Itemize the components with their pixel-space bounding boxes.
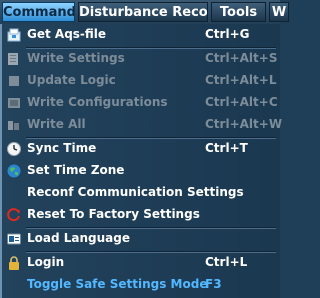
- menu-item-label: Update Logic: [27, 73, 116, 87]
- menu-item-shortcut: Ctrl+Alt+C: [205, 95, 278, 109]
- menu-item-label: Reconf Communication Settings: [27, 185, 244, 199]
- commands-dropdown: Get Aqs-file Ctrl+G Write Settings Ctrl+…: [0, 24, 282, 298]
- clock-icon: [7, 142, 21, 156]
- globe-icon: [7, 164, 21, 178]
- language-icon: [7, 233, 21, 245]
- menu-item-shortcut: Ctrl+G: [205, 27, 250, 41]
- lock-icon: [9, 256, 19, 270]
- menu-item-write-all[interactable]: Write All Ctrl+Alt+W: [2, 114, 282, 136]
- write-all-icon: [8, 121, 19, 130]
- menu-commands[interactable]: Commands: [2, 2, 75, 22]
- menu-item-shortcut: F3: [205, 277, 222, 291]
- menu-item-shortcut: Ctrl+L: [205, 255, 248, 269]
- menu-item-label: Write Settings: [27, 51, 125, 65]
- menu-item-shortcut: Ctrl+T: [205, 141, 248, 155]
- menu-item-label: Login: [27, 255, 65, 269]
- menu-item-sync-time[interactable]: Sync Time Ctrl+T: [2, 138, 278, 160]
- menu-item-get-aqs-file[interactable]: Get Aqs-file Ctrl+G: [2, 24, 278, 46]
- menu-item-reconf-communication-settings[interactable]: Reconf Communication Settings: [2, 182, 278, 204]
- menu-item-write-settings[interactable]: Write Settings Ctrl+Alt+S: [2, 48, 278, 70]
- menu-item-label: Write Configurations: [27, 95, 168, 109]
- menu-item-shortcut: Ctrl+Alt+W: [205, 117, 283, 131]
- menu-item-label: Sync Time: [27, 141, 97, 155]
- menu-bar: Commands Disturbance Recorder Tools W: [0, 0, 289, 24]
- menu-item-write-configurations[interactable]: Write Configurations Ctrl+Alt+C: [2, 92, 278, 114]
- menu-item-reset-to-factory-settings[interactable]: Reset To Factory Settings: [2, 204, 278, 226]
- menu-item-label: Get Aqs-file: [27, 27, 107, 41]
- menu-item-set-time-zone[interactable]: Set Time Zone: [2, 160, 278, 182]
- menu-item-label: Set Time Zone: [27, 163, 125, 177]
- reset-icon: [7, 208, 20, 222]
- menu-item-update-logic[interactable]: Update Logic Ctrl+Alt+L: [2, 70, 278, 92]
- menu-tools[interactable]: Tools: [211, 2, 266, 22]
- menu-item-toggle-safe-settings-mode[interactable]: Toggle Safe Settings Mode F3: [2, 274, 278, 296]
- menu-item-label: Load Language: [27, 231, 131, 245]
- menu-item-load-language[interactable]: Load Language: [2, 228, 278, 250]
- menu-disturbance-recorder[interactable]: Disturbance Recorder: [78, 2, 208, 22]
- menu-item-label: Write All: [27, 117, 86, 131]
- menu-item-shortcut: Ctrl+Alt+L: [205, 73, 277, 87]
- menu-item-label: Toggle Safe Settings Mode: [27, 277, 208, 291]
- menu-item-label: Reset To Factory Settings: [27, 207, 200, 221]
- menu-item-shortcut: Ctrl+Alt+S: [205, 51, 278, 65]
- menu-item-login[interactable]: Login Ctrl+L: [2, 252, 278, 274]
- write-configurations-icon: [8, 98, 20, 108]
- get-file-icon: [7, 28, 21, 42]
- write-settings-icon: [8, 53, 18, 65]
- update-logic-icon: [9, 76, 19, 86]
- menu-window[interactable]: W: [269, 2, 289, 22]
